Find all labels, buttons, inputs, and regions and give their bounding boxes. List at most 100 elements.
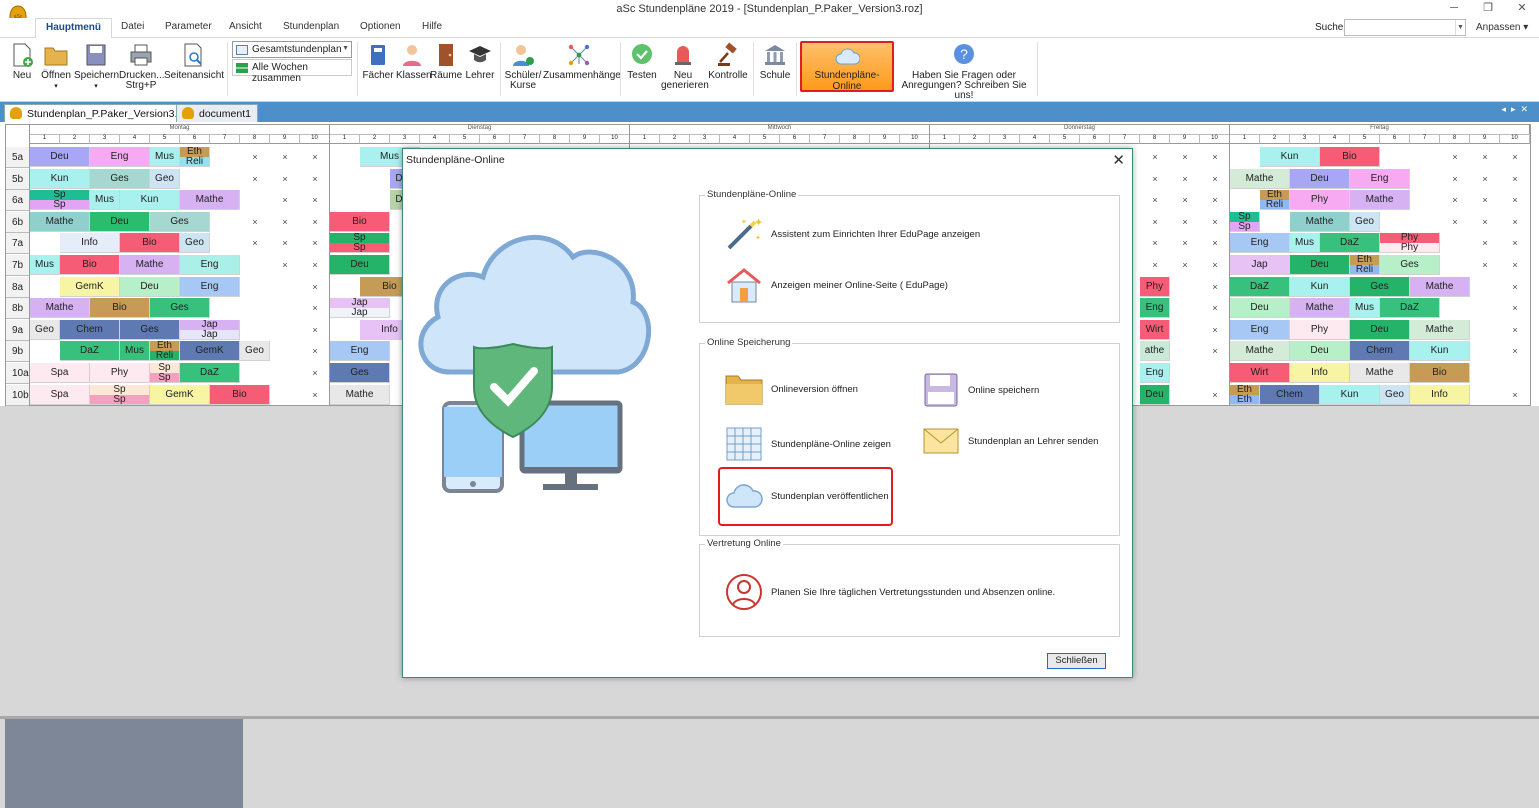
class-label[interactable]: 5b (6, 168, 30, 190)
lesson-card[interactable]: Geo (1380, 384, 1410, 405)
blocked-slot-mark[interactable]: × (1140, 147, 1170, 168)
lesson-card[interactable]: Sp Sp (330, 233, 390, 254)
show-online-timetables-item[interactable]: Stundenpläne-Online zeigen (725, 426, 891, 462)
close-icon[interactable]: ✕ (1112, 151, 1125, 169)
lesson-card[interactable]: Chem (1350, 341, 1410, 362)
class-label[interactable]: 8b (6, 298, 30, 320)
blocked-slot-mark[interactable]: × (1200, 233, 1230, 254)
open-online-version-item[interactable]: Onlineversion öffnen (725, 372, 858, 406)
lesson-card[interactable]: Eth Reli (180, 147, 210, 167)
lesson-card[interactable]: Geo (1350, 211, 1380, 232)
lesson-card[interactable]: Wirt (1230, 363, 1290, 383)
blocked-slot-mark[interactable]: × (1500, 147, 1530, 168)
subjects-button[interactable]: Fächer (362, 38, 394, 102)
lesson-card[interactable]: Sp Sp (90, 384, 150, 405)
blocked-slot-mark[interactable]: × (300, 341, 330, 362)
blocked-slot-mark[interactable]: × (1500, 212, 1530, 233)
blocked-slot-mark[interactable]: × (1200, 190, 1230, 211)
lesson-card[interactable]: Bio (90, 298, 150, 319)
generate-button[interactable]: Neu generieren (661, 38, 709, 102)
lesson-card[interactable]: Kun (1290, 276, 1350, 297)
lesson-card[interactable]: Jap (1230, 255, 1290, 275)
blocked-slot-mark[interactable]: × (1170, 255, 1200, 276)
blocked-slot-mark[interactable]: × (1500, 277, 1530, 298)
print-button[interactable]: Drucken... Strg+P (119, 38, 165, 102)
blocked-slot-mark[interactable]: × (1200, 298, 1230, 319)
blocked-slot-mark[interactable]: × (1170, 190, 1200, 211)
lesson-card[interactable]: Deu (1290, 168, 1350, 189)
blocked-slot-mark[interactable]: × (300, 169, 330, 190)
lesson-card[interactable]: Mus (120, 341, 150, 362)
blocked-slot-mark[interactable]: × (270, 233, 300, 254)
blocked-slot-mark[interactable]: × (240, 147, 270, 168)
blocked-slot-mark[interactable]: × (1170, 169, 1200, 190)
search-input[interactable]: ▼ (1344, 19, 1466, 36)
open-button[interactable]: Öffnen ▾ (40, 38, 72, 102)
blocked-slot-mark[interactable]: × (1170, 212, 1200, 233)
lesson-card[interactable]: GemK (180, 341, 240, 362)
help-button[interactable]: ? Haben Sie Fragen oder Anregungen? Schre… (895, 38, 1033, 102)
lesson-card[interactable]: Eth Reli (1260, 190, 1290, 211)
blocked-slot-mark[interactable]: × (1470, 212, 1500, 233)
lesson-card[interactable]: Kun (1320, 384, 1380, 405)
blocked-slot-mark[interactable]: × (1140, 190, 1170, 211)
lesson-card[interactable]: Phy Phy (1380, 233, 1440, 254)
lesson-card[interactable]: Deu (1290, 341, 1350, 362)
lesson-card[interactable]: Eng (1230, 319, 1290, 340)
new-button[interactable]: Neu (8, 38, 36, 102)
blocked-slot-mark[interactable]: × (1200, 320, 1230, 341)
send-to-teachers-item[interactable]: Stundenplan an Lehrer senden (922, 426, 1098, 456)
class-label[interactable]: 7b (6, 255, 30, 276)
lesson-card[interactable]: Phy (90, 363, 150, 383)
lesson-card[interactable]: Bio (1320, 147, 1380, 167)
class-label[interactable]: 9a (6, 319, 30, 341)
lesson-card[interactable]: Ges (330, 363, 390, 383)
lesson-card[interactable]: Phy (1290, 319, 1350, 340)
chevron-down-icon[interactable]: ▼ (1455, 20, 1465, 35)
lesson-card[interactable]: Mus (1350, 298, 1380, 319)
tab-hauptmenu[interactable]: Hauptmenü (35, 18, 112, 39)
lesson-card[interactable]: Mathe (1350, 190, 1410, 211)
lesson-card[interactable]: Mus (30, 255, 60, 275)
lesson-card[interactable]: Kun (120, 190, 180, 211)
lesson-card[interactable]: Mathe (1290, 211, 1350, 232)
blocked-slot-mark[interactable]: × (1470, 190, 1500, 211)
blocked-slot-mark[interactable]: × (1500, 190, 1530, 211)
blocked-slot-mark[interactable]: × (1500, 298, 1530, 319)
blocked-slot-mark[interactable]: × (1200, 147, 1230, 168)
lesson-card[interactable]: Phy (1290, 190, 1350, 211)
classes-button[interactable]: Klassen (396, 38, 432, 102)
close-icon[interactable]: ✕ (1505, 0, 1539, 18)
save-button[interactable]: Speichern ▾ (74, 38, 119, 102)
rooms-button[interactable]: Räume (430, 38, 462, 102)
blocked-slot-mark[interactable]: × (1140, 212, 1170, 233)
blocked-slot-mark[interactable]: × (1470, 169, 1500, 190)
blocked-slot-mark[interactable]: × (1170, 147, 1200, 168)
lesson-card[interactable]: Deu (330, 255, 390, 275)
lesson-card[interactable]: Deu (1290, 255, 1350, 275)
lesson-card[interactable]: Info (60, 233, 120, 254)
lesson-card[interactable]: Ges (150, 211, 210, 232)
lesson-card[interactable]: Sp Sp (30, 190, 90, 211)
lesson-card[interactable]: Bio (120, 233, 180, 254)
lesson-card[interactable]: Info (1410, 384, 1470, 405)
tab-ansicht[interactable]: Ansicht (229, 21, 262, 32)
lesson-card[interactable]: Eth Reli (150, 341, 180, 362)
lesson-card[interactable]: Deu (30, 147, 90, 167)
blocked-slot-mark[interactable]: × (270, 212, 300, 233)
lesson-card[interactable]: Eng (1230, 233, 1290, 254)
blocked-slot-mark[interactable]: × (270, 255, 300, 276)
lesson-card[interactable]: Ges (120, 319, 180, 340)
tab-parameter[interactable]: Parameter (165, 21, 212, 32)
lesson-card[interactable]: Bio (60, 255, 120, 275)
blocked-slot-mark[interactable]: × (300, 363, 330, 384)
lesson-card[interactable]: GemK (150, 384, 210, 405)
lesson-card[interactable]: Kun (1410, 341, 1470, 362)
lesson-card[interactable]: Phy (1140, 276, 1170, 297)
class-label[interactable]: 6b (6, 211, 30, 233)
blocked-slot-mark[interactable]: × (1500, 341, 1530, 362)
lesson-card[interactable]: Ges (90, 168, 150, 189)
lesson-card[interactable]: Eng (1140, 363, 1170, 383)
class-label[interactable]: 10b (6, 384, 30, 406)
maximize-icon[interactable]: ❐ (1471, 0, 1505, 18)
